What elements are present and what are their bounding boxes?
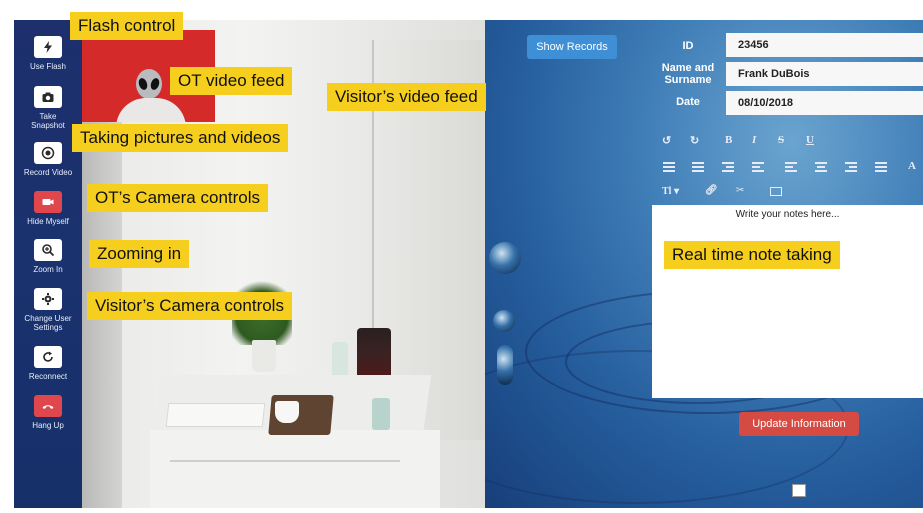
rich-text-toolbar: ↺ ↻ B I S U A Tl ▾ 🔗︎ ✂ [660,130,923,200]
gear-icon [34,288,62,310]
callout-ot-camera-controls: OT’s Camera controls [87,184,269,212]
strikethrough-icon[interactable]: S [778,134,784,146]
use-flash-label: Use Flash [29,62,66,71]
undo-icon[interactable]: ↺ [662,134,671,147]
numbered-list-icon[interactable] [692,162,704,172]
hang-up-button[interactable]: Hang Up [14,395,82,430]
align-left-icon[interactable] [785,162,797,172]
video-consultation-app: Use Flash Take Snapshot Record Video Hid… [0,0,923,513]
hang-up-label: Hang Up [32,421,64,430]
use-flash-button[interactable]: Use Flash [14,36,82,71]
name-surname-label: Name and Surname [661,62,715,86]
id-field[interactable]: 23456 [726,33,923,57]
hide-myself-button[interactable]: Hide Myself [14,191,82,226]
bold-icon[interactable]: B [725,134,732,146]
name-surname-field[interactable]: Frank DuBois [726,62,923,86]
unlink-icon[interactable]: ✂ [736,185,744,196]
text-size-icon[interactable]: Tl ▾ [662,186,679,197]
take-snapshot-label: Take Snapshot [31,112,65,130]
callout-visitor-video-feed: Visitor’s video feed [327,83,486,111]
image-icon[interactable] [770,187,782,196]
notes-textarea[interactable]: Write your notes here... [652,205,923,398]
font-color-icon[interactable]: A [908,160,916,172]
refresh-icon [34,346,62,368]
callout-zooming-in: Zooming in [89,240,190,268]
link-icon[interactable]: 🔗︎ [705,185,718,196]
date-label: Date [676,96,700,108]
indent-icon[interactable] [752,162,764,172]
video-camera-icon [34,191,62,213]
redo-icon[interactable]: ↻ [690,134,699,147]
flash-icon [34,36,62,58]
camera-icon [34,86,62,108]
italic-icon[interactable]: I [752,134,756,146]
align-right-icon[interactable] [845,162,857,172]
reconnect-button[interactable]: Reconnect [14,346,82,381]
record-icon [34,142,62,164]
justify-icon[interactable] [875,162,887,172]
notes-placeholder: Write your notes here... [735,209,840,220]
broken-image-icon [792,484,806,497]
show-records-button[interactable]: Show Records [527,35,617,59]
id-label: ID [682,40,694,52]
date-field[interactable]: 08/10/2018 [726,91,923,115]
change-user-settings-label: Change User Settings [24,314,72,332]
zoom-in-button[interactable]: Zoom In [14,239,82,274]
zoom-in-label: Zoom In [33,265,63,274]
record-video-label: Record Video [23,168,73,177]
callout-ot-video-feed: OT video feed [170,67,293,95]
update-information-button[interactable]: Update Information [739,412,859,436]
camera-controls-sidebar: Use Flash Take Snapshot Record Video Hid… [14,20,82,508]
zoom-in-icon [34,239,62,261]
bullet-list-icon[interactable] [663,162,675,172]
underline-icon[interactable]: U [806,134,814,146]
hide-myself-label: Hide Myself [27,217,69,226]
callout-taking-pictures: Taking pictures and videos [72,124,289,152]
phone-icon [34,395,62,417]
alien-mask-icon [136,69,162,106]
callout-flash-control: Flash control [70,12,184,40]
align-center-icon[interactable] [815,162,827,172]
callout-visitor-camera-controls: Visitor’s Camera controls [87,292,292,320]
change-user-settings-button[interactable]: Change User Settings [14,288,82,332]
reconnect-label: Reconnect [28,372,68,381]
outdent-icon[interactable] [722,162,734,172]
callout-real-time-note-taking: Real time note taking [664,241,840,269]
